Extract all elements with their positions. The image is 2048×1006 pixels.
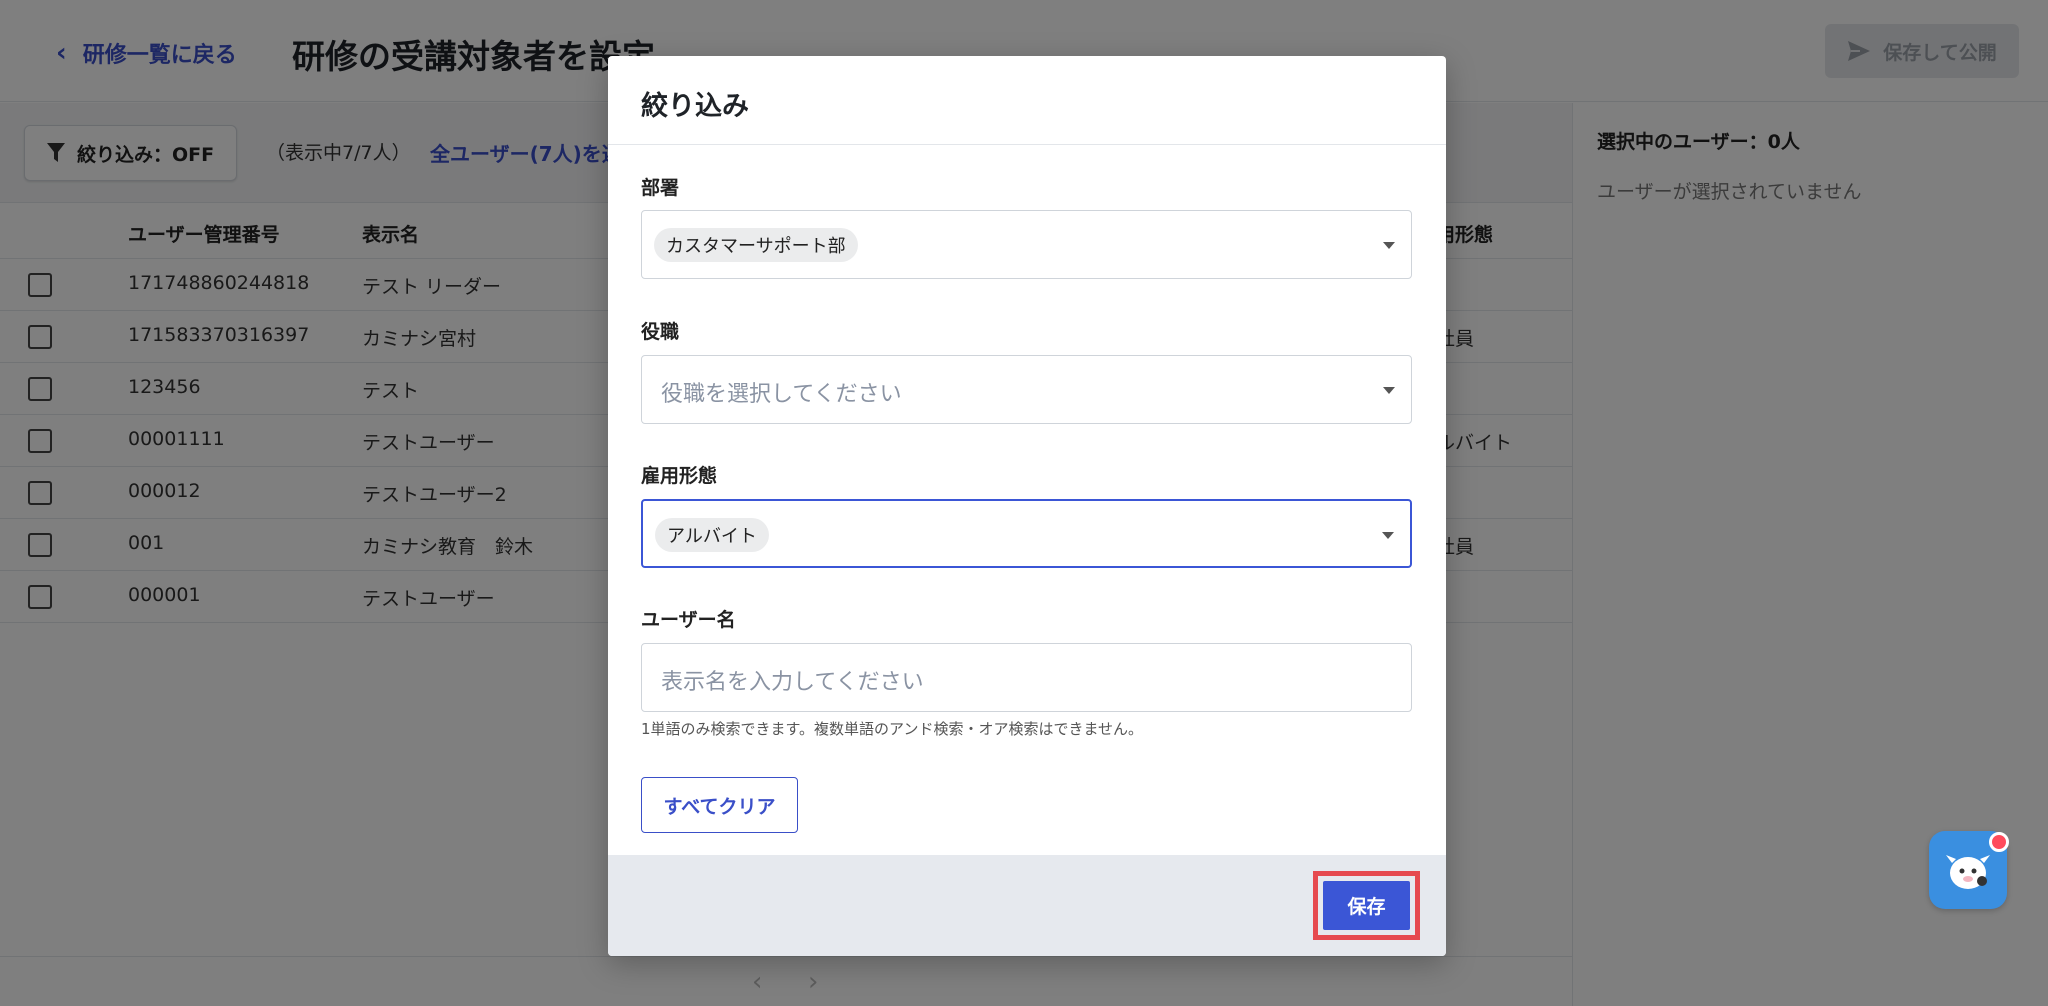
employment-chip[interactable]: アルバイト <box>655 518 769 552</box>
chatbot-mascot-icon <box>1946 855 1990 889</box>
username-input[interactable]: 表示名を入力してください <box>641 643 1412 712</box>
username-placeholder: 表示名を入力してください <box>661 670 924 695</box>
dropdown-caret-icon <box>1383 387 1395 394</box>
username-label: ユーザー名 <box>641 609 736 631</box>
department-select[interactable]: カスタマーサポート部 <box>641 210 1412 279</box>
filter-modal: 絞り込み 部署 カスタマーサポート部 役職 役職を選択してください 雇用形態 ア… <box>608 56 1446 956</box>
modal-footer: 保存 <box>608 855 1446 956</box>
notification-badge <box>1989 832 2009 852</box>
department-chip[interactable]: カスタマーサポート部 <box>654 228 858 262</box>
employment-select[interactable]: アルバイト <box>641 499 1412 568</box>
save-button[interactable]: 保存 <box>1323 881 1410 930</box>
dropdown-caret-icon <box>1382 532 1394 539</box>
dropdown-caret-icon <box>1383 242 1395 249</box>
position-placeholder: 役職を選択してください <box>661 382 902 407</box>
save-button-highlight: 保存 <box>1313 871 1420 940</box>
department-label: 部署 <box>641 177 680 199</box>
username-hint: 1単語のみ検索できます。複数単語のアンド検索・オア検索はできません。 <box>641 720 1143 738</box>
position-label: 役職 <box>641 321 680 343</box>
clear-all-button[interactable]: すべてクリア <box>641 777 798 833</box>
position-select[interactable]: 役職を選択してください <box>641 355 1412 424</box>
modal-title: 絞り込み <box>641 91 749 122</box>
modal-header: 絞り込み <box>608 56 1446 145</box>
employment-label: 雇用形態 <box>641 465 718 487</box>
